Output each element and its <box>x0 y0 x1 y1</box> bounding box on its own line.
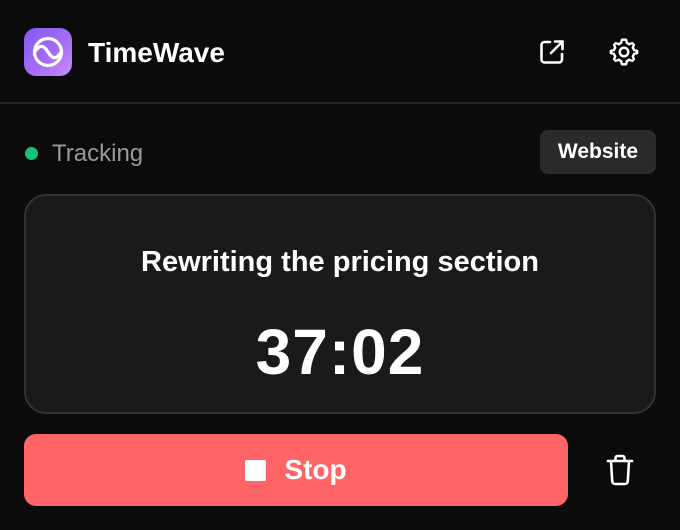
wave-logo-icon <box>24 28 72 76</box>
tracking-status-dot <box>25 147 38 160</box>
gear-icon <box>609 38 639 66</box>
stop-square-icon <box>245 459 267 481</box>
stop-button[interactable]: Stop <box>24 434 568 506</box>
trash-icon <box>606 454 634 486</box>
category-badge[interactable]: Website <box>540 130 656 174</box>
header: TimeWave <box>0 0 680 104</box>
app-title: TimeWave <box>88 37 225 68</box>
elapsed-time: 37:02 <box>255 316 425 388</box>
timer-card: Rewriting the pricing section 37:02 <box>24 194 656 414</box>
external-link-icon <box>540 40 564 64</box>
stop-button-label: Stop <box>284 454 347 485</box>
delete-button[interactable] <box>598 448 642 492</box>
tracking-status-label: Tracking <box>52 140 144 167</box>
settings-button[interactable] <box>602 30 646 74</box>
timer-widget: TimeWave Tracking Website Rewriting the … <box>0 0 680 530</box>
task-name: Rewriting the pricing section <box>141 246 539 278</box>
open-external-button[interactable] <box>530 30 574 74</box>
